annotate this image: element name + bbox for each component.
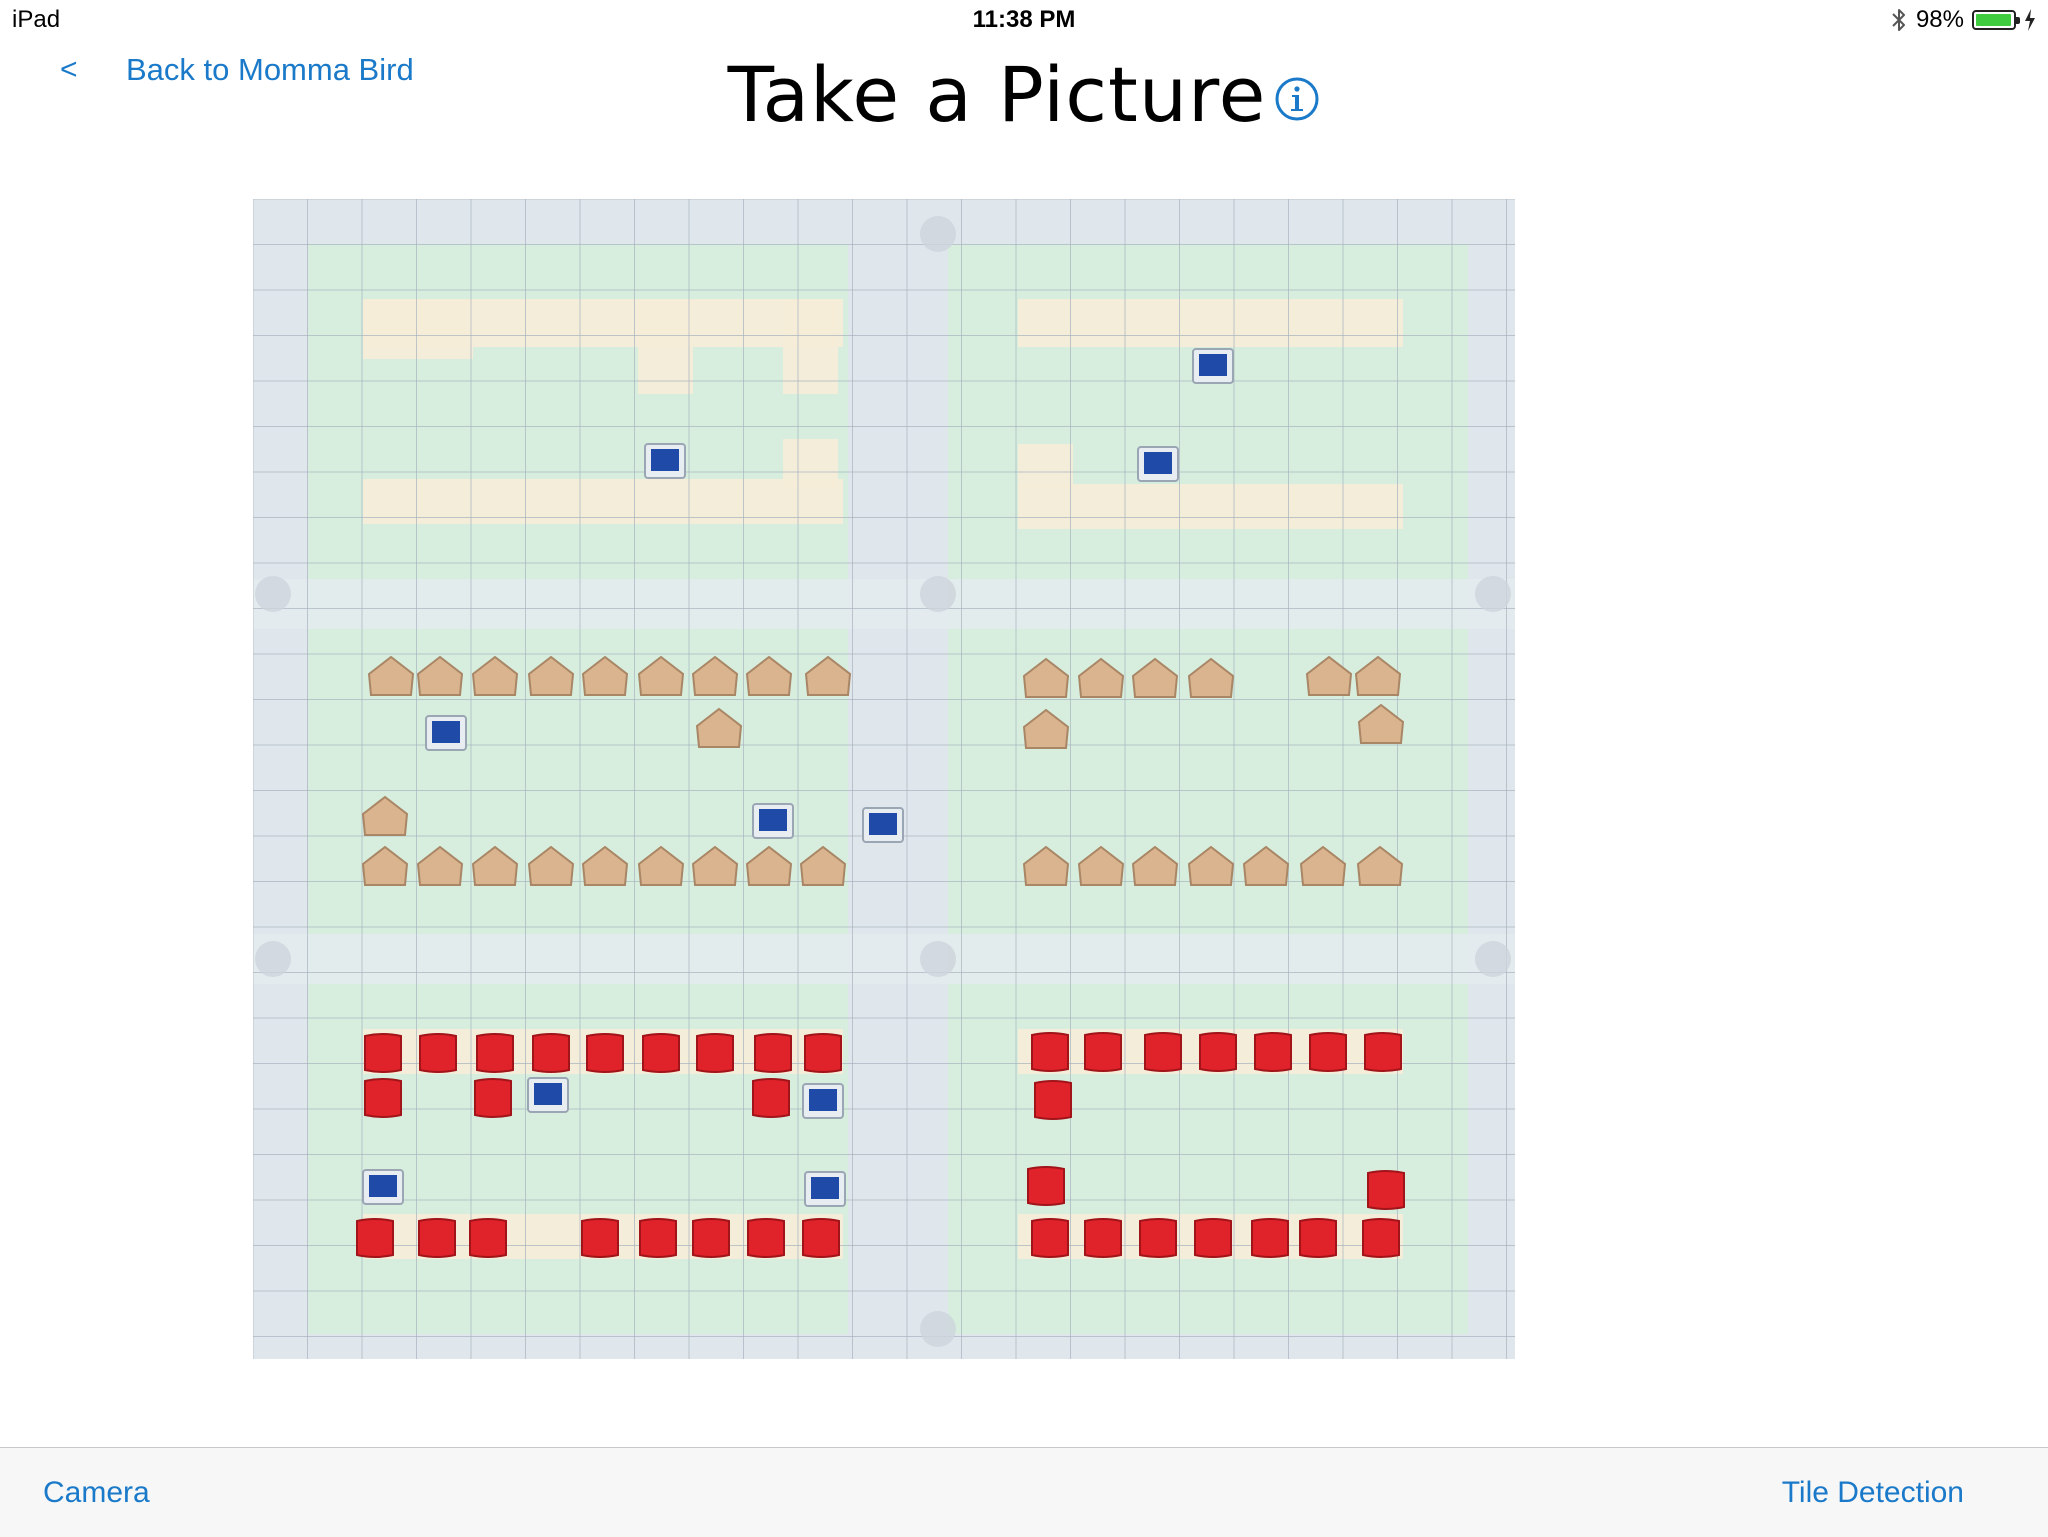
red-tile [1251, 1218, 1289, 1258]
registration-mark [920, 1311, 956, 1347]
cream-cell [363, 299, 473, 359]
red-tile [804, 1033, 842, 1073]
cream-cell [1018, 484, 1403, 529]
cream-cell [638, 299, 693, 394]
registration-mark [1475, 576, 1511, 612]
blue-tile [369, 1175, 397, 1197]
blue-tile [869, 813, 897, 835]
red-tile [476, 1033, 514, 1073]
tile-detection-button[interactable]: Tile Detection [1782, 1476, 1964, 1510]
cream-cell [783, 439, 838, 489]
red-tile [418, 1218, 456, 1258]
blue-tile [811, 1177, 839, 1199]
red-tile [754, 1033, 792, 1073]
registration-mark [255, 941, 291, 977]
blue-tile [534, 1083, 562, 1105]
red-tile [639, 1218, 677, 1258]
red-tile [586, 1033, 624, 1073]
red-tile [1364, 1032, 1402, 1072]
red-tile [1309, 1032, 1347, 1072]
bottom-toolbar: Camera Tile Detection [0, 1447, 2048, 1537]
page-title: Take a Picture [727, 50, 1267, 139]
board-image [253, 199, 1515, 1359]
red-tile [1299, 1218, 1337, 1258]
battery-icon [1972, 10, 2020, 30]
blue-tile [651, 449, 679, 471]
page-title-group: Take a Picture [728, 50, 1321, 139]
red-tile [419, 1033, 457, 1073]
blue-tile [1199, 354, 1227, 376]
captured-board-photo [253, 199, 1515, 1359]
red-tile [1199, 1032, 1237, 1072]
red-tile [752, 1078, 790, 1118]
red-tile [1027, 1166, 1065, 1206]
blue-tile [809, 1089, 837, 1111]
blue-tile [1144, 452, 1172, 474]
red-tile [364, 1033, 402, 1073]
blue-tile [432, 721, 460, 743]
registration-mark [920, 216, 956, 252]
registration-mark [1475, 941, 1511, 977]
red-tile [364, 1078, 402, 1118]
battery-nub [2016, 17, 2020, 24]
red-tile [581, 1218, 619, 1258]
red-tile [692, 1218, 730, 1258]
red-tile [1144, 1032, 1182, 1072]
battery-percent: 98% [1915, 6, 1964, 33]
red-tile [1362, 1218, 1400, 1258]
red-tile [1139, 1218, 1177, 1258]
red-tile [469, 1218, 507, 1258]
cream-cell [1018, 299, 1403, 347]
red-tile [1031, 1032, 1069, 1072]
red-tile [1254, 1032, 1292, 1072]
bluetooth-icon [1892, 9, 1905, 31]
status-time: 11:38 PM [972, 6, 1076, 33]
info-circle-icon[interactable] [1274, 76, 1320, 122]
red-tile [1031, 1218, 1069, 1258]
red-tile [356, 1218, 394, 1258]
red-tile [642, 1033, 680, 1073]
red-tile [1367, 1170, 1405, 1210]
board-band [253, 934, 1515, 984]
red-tile [696, 1033, 734, 1073]
charging-bolt-icon [2025, 9, 2035, 31]
red-tile [1084, 1032, 1122, 1072]
cream-cell [783, 299, 838, 394]
red-tile [1084, 1218, 1122, 1258]
red-tile [532, 1033, 570, 1073]
title-bar: Take a Picture [0, 50, 2048, 139]
registration-mark [920, 941, 956, 977]
status-indicators: 98% [1890, 4, 2036, 36]
blue-tile [759, 809, 787, 831]
red-tile [1034, 1080, 1072, 1120]
board-band [253, 579, 1515, 629]
battery-level-fill [1976, 14, 2012, 26]
red-tile [1194, 1218, 1232, 1258]
red-tile [474, 1078, 512, 1118]
red-tile [747, 1218, 785, 1258]
red-tile [802, 1218, 840, 1258]
cream-cell [1018, 444, 1073, 489]
status-bar: iPad 11:38 PM 98% [0, 0, 2048, 40]
registration-mark [255, 576, 291, 612]
registration-mark [920, 576, 956, 612]
camera-button[interactable]: Camera [43, 1476, 150, 1510]
